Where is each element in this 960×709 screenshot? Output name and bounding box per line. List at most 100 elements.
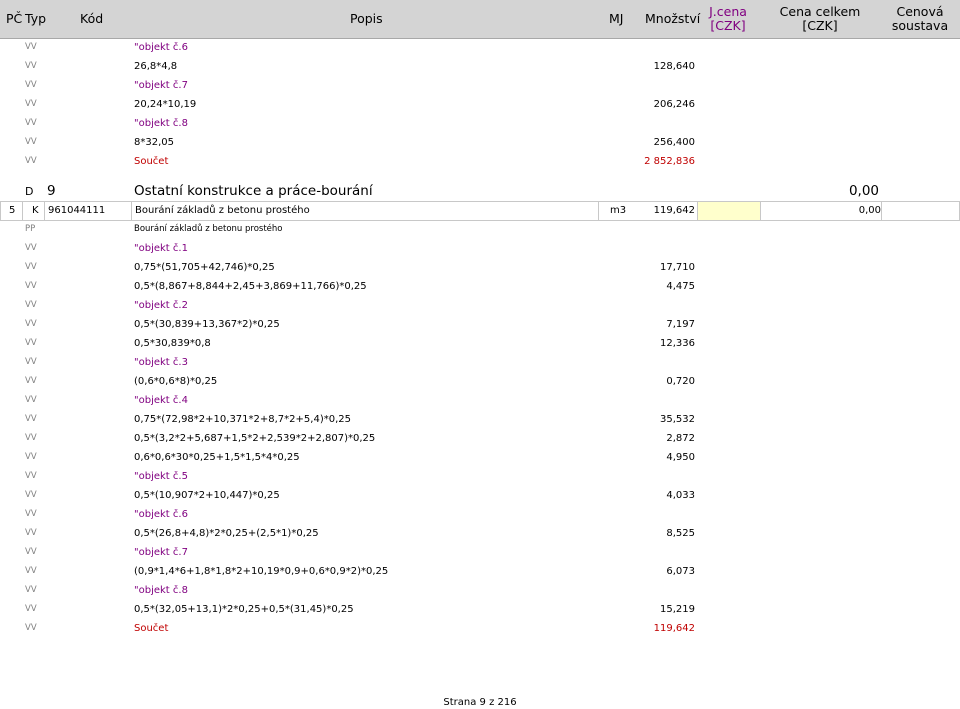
row-popis: 26,8*4,8: [134, 61, 178, 72]
header-cenova-soustava-line2: soustava: [891, 18, 949, 33]
table-row: VV 0,5*(32,05+13,1)*2*0,25+0,5*(31,45)*0,…: [0, 600, 960, 619]
item-typ: K: [32, 205, 39, 216]
table-row: VV 8*32,05 256,400: [0, 133, 960, 152]
row-typ: VV: [25, 604, 37, 614]
header-kod: Kód: [80, 11, 104, 26]
row-popis: "objekt č.1: [134, 243, 188, 254]
row-popis: "objekt č.3: [134, 357, 188, 368]
divider: [697, 202, 698, 220]
table-row: VV "objekt č.6: [0, 38, 960, 57]
item-row: 5 K 961044111 Bourání základů z betonu p…: [0, 201, 960, 221]
row-typ: VV: [25, 137, 37, 147]
row-mnozstvi: 12,336: [660, 338, 695, 349]
row-typ: VV: [25, 452, 37, 462]
row-mnozstvi: 4,033: [666, 490, 695, 501]
table-row: PP Bourání základů z betonu prostého: [0, 220, 960, 239]
table-row: VV 0,6*0,6*30*0,25+1,5*1,5*4*0,25 4,950: [0, 448, 960, 467]
row-typ: VV: [25, 395, 37, 405]
table-row: VV 26,8*4,8 128,640: [0, 57, 960, 76]
row-popis: 0,5*(3,2*2+5,687+1,5*2+2,539*2+2,807)*0,…: [134, 433, 376, 444]
row-popis: "objekt č.5: [134, 471, 188, 482]
row-popis: 0,5*(8,867+8,844+2,45+3,869+11,766)*0,25: [134, 281, 367, 292]
row-popis: Bourání základů z betonu prostého: [134, 224, 283, 234]
table-row: VV "objekt č.3: [0, 353, 960, 372]
table-row: VV 0,5*(8,867+8,844+2,45+3,869+11,766)*0,…: [0, 277, 960, 296]
header-typ: Typ: [25, 11, 47, 26]
row-typ: VV: [25, 61, 37, 71]
table-row: VV "objekt č.5: [0, 467, 960, 486]
row-popis: 0,5*(30,839+13,367*2)*0,25: [134, 319, 280, 330]
header-cena-celkem: Cena celkem [CZK]: [775, 0, 865, 38]
row-typ: VV: [25, 243, 37, 253]
header-jcena-line1: J.cena: [709, 4, 747, 19]
table-row: VV "objekt č.4: [0, 391, 960, 410]
row-typ: VV: [25, 528, 37, 538]
table-row: VV 0,5*30,839*0,8 12,336: [0, 334, 960, 353]
row-popis: (0,9*1,4*6+1,8*1,8*2+10,19*0,9+0,6*0,9*2…: [134, 566, 389, 577]
table-row: VV Součet 2 852,836: [0, 152, 960, 171]
row-popis: 0,6*0,6*30*0,25+1,5*1,5*4*0,25: [134, 452, 300, 463]
row-typ: VV: [25, 490, 37, 500]
section-row: D 9 Ostatní konstrukce a práce-bourání 0…: [0, 182, 960, 201]
row-popis: "objekt č.6: [134, 509, 188, 520]
row-typ: VV: [25, 471, 37, 481]
row-popis: Součet: [134, 623, 169, 634]
divider: [22, 202, 23, 220]
row-popis: "objekt č.8: [134, 585, 188, 596]
item-mj: m3: [610, 205, 627, 216]
item-jcena-input[interactable]: [698, 202, 760, 220]
row-mnozstvi: 7,197: [666, 319, 695, 330]
row-popis: 0,5*(26,8+4,8)*2*0,25+(2,5*1)*0,25: [134, 528, 319, 539]
row-popis: Součet: [134, 156, 169, 167]
header-jcena: J.cena [CZK]: [697, 0, 759, 38]
table-row: VV 0,5*(10,907*2+10,447)*0,25 4,033: [0, 486, 960, 505]
table-row: VV "objekt č.1: [0, 239, 960, 258]
row-typ: VV: [25, 99, 37, 109]
row-typ: VV: [25, 42, 37, 52]
table-header: PČ Typ Kód Popis MJ Množství J.cena [CZK…: [0, 0, 960, 39]
row-typ: VV: [25, 566, 37, 576]
table-row: VV "objekt č.8: [0, 581, 960, 600]
row-mnozstvi: 15,219: [660, 604, 695, 615]
row-mnozstvi: 206,246: [653, 99, 695, 110]
row-popis: 0,5*(32,05+13,1)*2*0,25+0,5*(31,45)*0,25: [134, 604, 354, 615]
row-popis: 0,75*(51,705+42,746)*0,25: [134, 262, 275, 273]
header-pc: PČ: [6, 11, 23, 26]
row-typ: VV: [25, 118, 37, 128]
row-typ: VV: [25, 357, 37, 367]
item-kod: 961044111: [48, 205, 106, 216]
table-row: VV 0,5*(30,839+13,367*2)*0,25 7,197: [0, 315, 960, 334]
divider: [131, 202, 132, 220]
header-mj: MJ: [609, 11, 624, 26]
table-row: VV 0,75*(72,98*2+10,371*2+8,7*2+5,4)*0,25…: [0, 410, 960, 429]
table-row: VV 20,24*10,19 206,246: [0, 95, 960, 114]
table-row: VV Součet 119,642: [0, 619, 960, 638]
row-popis: "objekt č.8: [134, 118, 188, 129]
row-typ: VV: [25, 509, 37, 519]
row-popis: 8*32,05: [134, 137, 174, 148]
row-typ: VV: [25, 376, 37, 386]
section-total: 0,00: [848, 183, 879, 199]
table-row: VV 0,75*(51,705+42,746)*0,25 17,710: [0, 258, 960, 277]
row-popis: (0,6*0,6*8)*0,25: [134, 376, 218, 387]
row-popis: "objekt č.4: [134, 395, 188, 406]
row-popis: 0,5*(10,907*2+10,447)*0,25: [134, 490, 280, 501]
item-pc: 5: [9, 205, 16, 216]
row-mnozstvi: 17,710: [660, 262, 695, 273]
row-mnozstvi: 119,642: [653, 623, 695, 634]
table-row: VV (0,9*1,4*6+1,8*1,8*2+10,19*0,9+0,6*0,9…: [0, 562, 960, 581]
row-typ: VV: [25, 585, 37, 595]
row-mnozstvi: 4,950: [666, 452, 695, 463]
row-popis: "objekt č.7: [134, 80, 188, 91]
table-row: VV "objekt č.6: [0, 505, 960, 524]
row-typ: VV: [25, 338, 37, 348]
row-popis: "objekt č.2: [134, 300, 188, 311]
table-row: VV "objekt č.2: [0, 296, 960, 315]
section-typ: D: [25, 185, 34, 198]
row-typ: VV: [25, 262, 37, 272]
page-footer: Strana 9 z 216: [443, 697, 517, 708]
table-row: VV "objekt č.7: [0, 543, 960, 562]
row-typ: VV: [25, 547, 37, 557]
row-mnozstvi: 2,872: [666, 433, 695, 444]
header-cena-celkem-line1: Cena celkem: [779, 4, 861, 19]
